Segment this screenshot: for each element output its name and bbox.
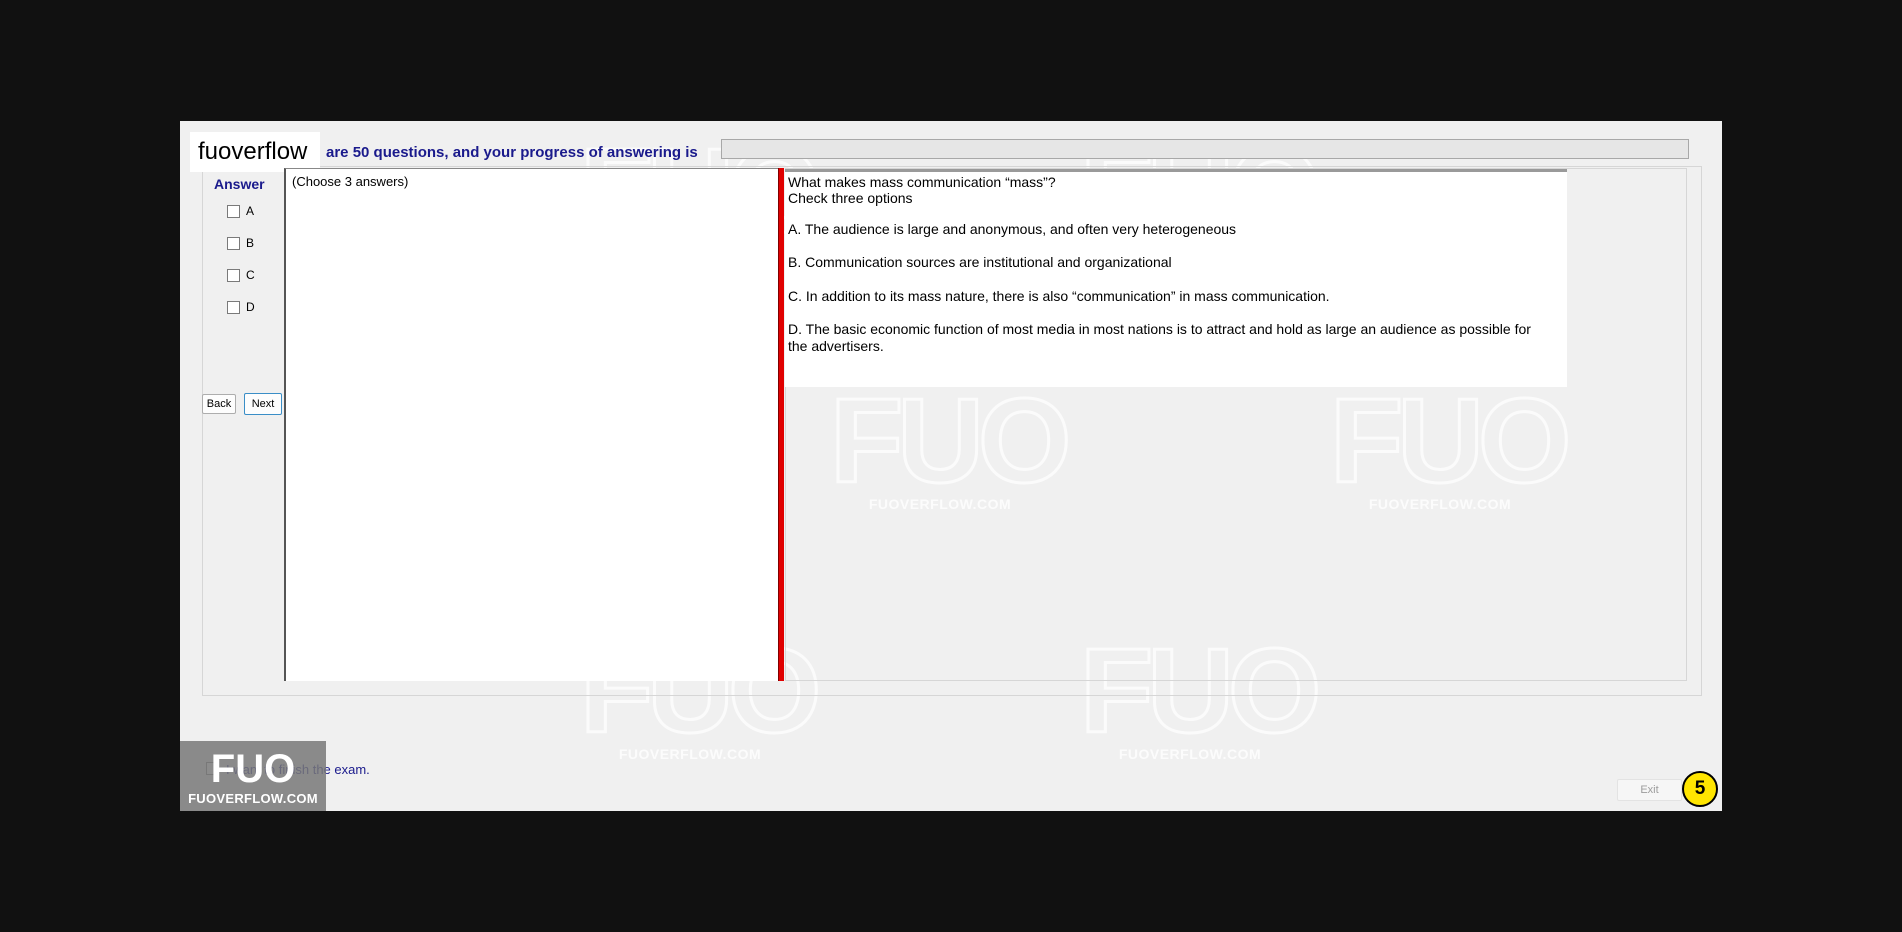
- option-c-checkbox[interactable]: C: [227, 266, 255, 284]
- question-option-b: B. Communication sources are institution…: [788, 254, 1172, 270]
- back-button[interactable]: Back: [202, 394, 236, 414]
- panel-splitter[interactable]: [778, 168, 784, 681]
- brand-logo: fuoverflow: [190, 132, 320, 172]
- badge-logo: FUO: [210, 747, 296, 791]
- page-number-badge: 5: [1682, 771, 1718, 807]
- answer-panel[interactable]: (Choose 3 answers): [284, 168, 781, 681]
- question-title: What makes mass communication “mass”?: [788, 174, 1056, 190]
- exit-button[interactable]: Exit: [1617, 779, 1682, 801]
- checkbox-icon[interactable]: [227, 268, 240, 282]
- option-label: B: [246, 236, 255, 250]
- question-instruction: Check three options: [788, 190, 913, 206]
- option-b-checkbox[interactable]: B: [227, 234, 254, 252]
- question-panel: What makes mass communication “mass”? Ch…: [785, 169, 1567, 387]
- answer-title: Answer: [214, 176, 265, 192]
- question-option-a: A. The audience is large and anonymous, …: [788, 221, 1237, 237]
- watermark-badge: FUO FUOVERFLOW.COM: [180, 741, 326, 811]
- option-label: D: [246, 300, 255, 314]
- question-option-d: D. The basic economic function of most m…: [788, 321, 1531, 354]
- question-text: What makes mass communication “mass”? Ch…: [788, 174, 1548, 206]
- option-label: A: [246, 204, 255, 218]
- progress-bar: [721, 139, 1689, 159]
- progress-label: are 50 questions, and your progress of a…: [326, 144, 698, 161]
- exam-window: FUO FUOVERFLOW.COM FUO FUOVERFLOW.COM FUO F…: [180, 121, 1722, 811]
- badge-site: FUOVERFLOW.COM: [188, 791, 318, 806]
- checkbox-icon[interactable]: [227, 204, 240, 218]
- next-button[interactable]: Next: [244, 393, 282, 415]
- option-d-checkbox[interactable]: D: [227, 298, 255, 316]
- checkbox-icon[interactable]: [227, 300, 240, 314]
- answer-hint: (Choose 3 answers): [292, 174, 409, 189]
- option-label: C: [246, 268, 255, 282]
- option-a-checkbox[interactable]: A: [227, 202, 254, 220]
- checkbox-icon[interactable]: [227, 236, 240, 250]
- question-option-c: C. In addition to its mass nature, there…: [788, 288, 1330, 304]
